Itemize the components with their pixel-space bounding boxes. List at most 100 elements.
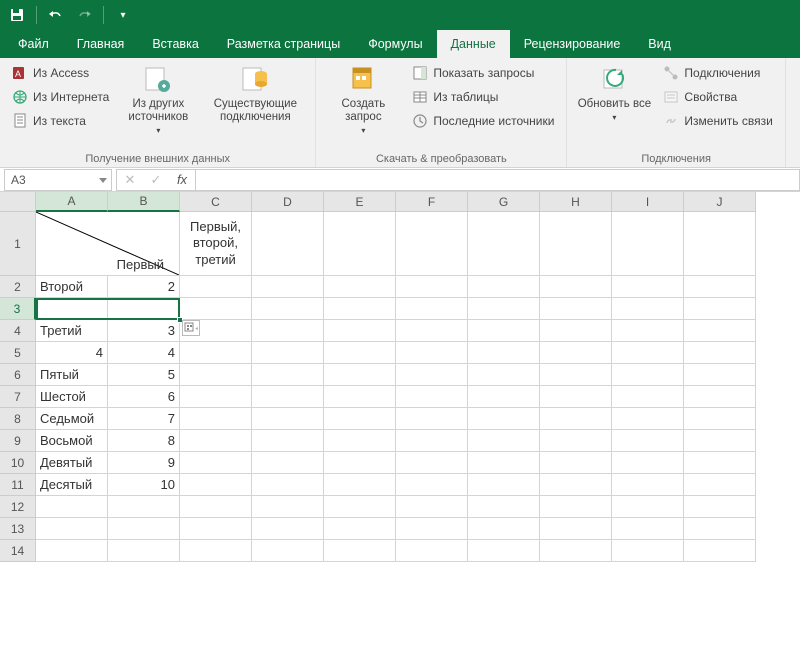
cell-J5[interactable] — [684, 342, 756, 364]
cell-B5[interactable]: 4 — [108, 342, 180, 364]
cell-J13[interactable] — [684, 518, 756, 540]
cell-D5[interactable] — [252, 342, 324, 364]
cell-B10[interactable]: 9 — [108, 452, 180, 474]
tab-layout[interactable]: Разметка страницы — [213, 30, 354, 58]
cell-A1[interactable]: Первый — [36, 212, 180, 276]
cell-C9[interactable] — [180, 430, 252, 452]
existing-connections-button[interactable]: Существующие подключения — [205, 62, 305, 124]
cell-E7[interactable] — [324, 386, 396, 408]
cell-I4[interactable] — [612, 320, 684, 342]
cell-H9[interactable] — [540, 430, 612, 452]
cell-H3[interactable] — [540, 298, 612, 320]
cell-E8[interactable] — [324, 408, 396, 430]
sheet-grid[interactable]: ABCDEFGHIJ1ПервыйПервый, второй, третий2… — [0, 192, 800, 562]
cell-J2[interactable] — [684, 276, 756, 298]
save-button[interactable] — [6, 4, 28, 26]
recent-sources-button[interactable]: Последние источники — [410, 110, 556, 132]
cell-F5[interactable] — [396, 342, 468, 364]
row-header-6[interactable]: 6 — [0, 364, 36, 386]
cell-F12[interactable] — [396, 496, 468, 518]
cell-D6[interactable] — [252, 364, 324, 386]
cell-E12[interactable] — [324, 496, 396, 518]
cell-I5[interactable] — [612, 342, 684, 364]
cell-D1[interactable] — [252, 212, 324, 276]
cell-C12[interactable] — [180, 496, 252, 518]
fx-button[interactable]: fх — [169, 170, 195, 190]
cell-F11[interactable] — [396, 474, 468, 496]
col-header-E[interactable]: E — [324, 192, 396, 212]
cell-F7[interactable] — [396, 386, 468, 408]
cell-G6[interactable] — [468, 364, 540, 386]
cell-A10[interactable]: Девятый — [36, 452, 108, 474]
cell-D12[interactable] — [252, 496, 324, 518]
cell-A5[interactable]: 4 — [36, 342, 108, 364]
autofill-options-button[interactable]: + — [182, 320, 200, 336]
cell-D4[interactable] — [252, 320, 324, 342]
cell-I10[interactable] — [612, 452, 684, 474]
row-header-7[interactable]: 7 — [0, 386, 36, 408]
cell-I8[interactable] — [612, 408, 684, 430]
col-header-G[interactable]: G — [468, 192, 540, 212]
cell-F8[interactable] — [396, 408, 468, 430]
cell-I12[interactable] — [612, 496, 684, 518]
cell-J8[interactable] — [684, 408, 756, 430]
cell-B2[interactable]: 2 — [108, 276, 180, 298]
cell-E4[interactable] — [324, 320, 396, 342]
cell-C13[interactable] — [180, 518, 252, 540]
cell-I1[interactable] — [612, 212, 684, 276]
cell-J10[interactable] — [684, 452, 756, 474]
col-header-J[interactable]: J — [684, 192, 756, 212]
cell-H14[interactable] — [540, 540, 612, 562]
cell-J14[interactable] — [684, 540, 756, 562]
cell-H7[interactable] — [540, 386, 612, 408]
cell-J11[interactable] — [684, 474, 756, 496]
cell-J1[interactable] — [684, 212, 756, 276]
cell-I9[interactable] — [612, 430, 684, 452]
row-header-5[interactable]: 5 — [0, 342, 36, 364]
cell-F2[interactable] — [396, 276, 468, 298]
cell-B6[interactable]: 5 — [108, 364, 180, 386]
redo-button[interactable] — [73, 4, 95, 26]
cell-D8[interactable] — [252, 408, 324, 430]
cell-C3[interactable] — [180, 298, 252, 320]
from-text-button[interactable]: Из текста — [10, 110, 111, 132]
row-header-3[interactable]: 3 — [0, 298, 36, 320]
cell-I3[interactable] — [612, 298, 684, 320]
cell-E14[interactable] — [324, 540, 396, 562]
cell-G4[interactable] — [468, 320, 540, 342]
cell-C11[interactable] — [180, 474, 252, 496]
cell-H4[interactable] — [540, 320, 612, 342]
row-header-12[interactable]: 12 — [0, 496, 36, 518]
cell-H1[interactable] — [540, 212, 612, 276]
cell-D10[interactable] — [252, 452, 324, 474]
cell-E9[interactable] — [324, 430, 396, 452]
cell-D3[interactable] — [252, 298, 324, 320]
cell-H12[interactable] — [540, 496, 612, 518]
cell-F6[interactable] — [396, 364, 468, 386]
cell-J9[interactable] — [684, 430, 756, 452]
cell-E1[interactable] — [324, 212, 396, 276]
cell-A13[interactable] — [36, 518, 108, 540]
cell-F3[interactable] — [396, 298, 468, 320]
tab-home[interactable]: Главная — [63, 30, 139, 58]
tab-data[interactable]: Данные — [437, 30, 510, 58]
cell-G14[interactable] — [468, 540, 540, 562]
cell-H6[interactable] — [540, 364, 612, 386]
new-query-button[interactable]: Создать запрос ▾ — [326, 62, 400, 136]
cell-D9[interactable] — [252, 430, 324, 452]
from-table-button[interactable]: Из таблицы — [410, 86, 556, 108]
cell-J12[interactable] — [684, 496, 756, 518]
cell-J3[interactable] — [684, 298, 756, 320]
cell-E10[interactable] — [324, 452, 396, 474]
cell-C5[interactable] — [180, 342, 252, 364]
cell-F10[interactable] — [396, 452, 468, 474]
row-header-1[interactable]: 1 — [0, 212, 36, 276]
cell-F4[interactable] — [396, 320, 468, 342]
cell-G2[interactable] — [468, 276, 540, 298]
tab-formulas[interactable]: Формулы — [354, 30, 436, 58]
cell-H10[interactable] — [540, 452, 612, 474]
cell-A11[interactable]: Десятый — [36, 474, 108, 496]
cell-C2[interactable] — [180, 276, 252, 298]
cell-B7[interactable]: 6 — [108, 386, 180, 408]
row-header-2[interactable]: 2 — [0, 276, 36, 298]
